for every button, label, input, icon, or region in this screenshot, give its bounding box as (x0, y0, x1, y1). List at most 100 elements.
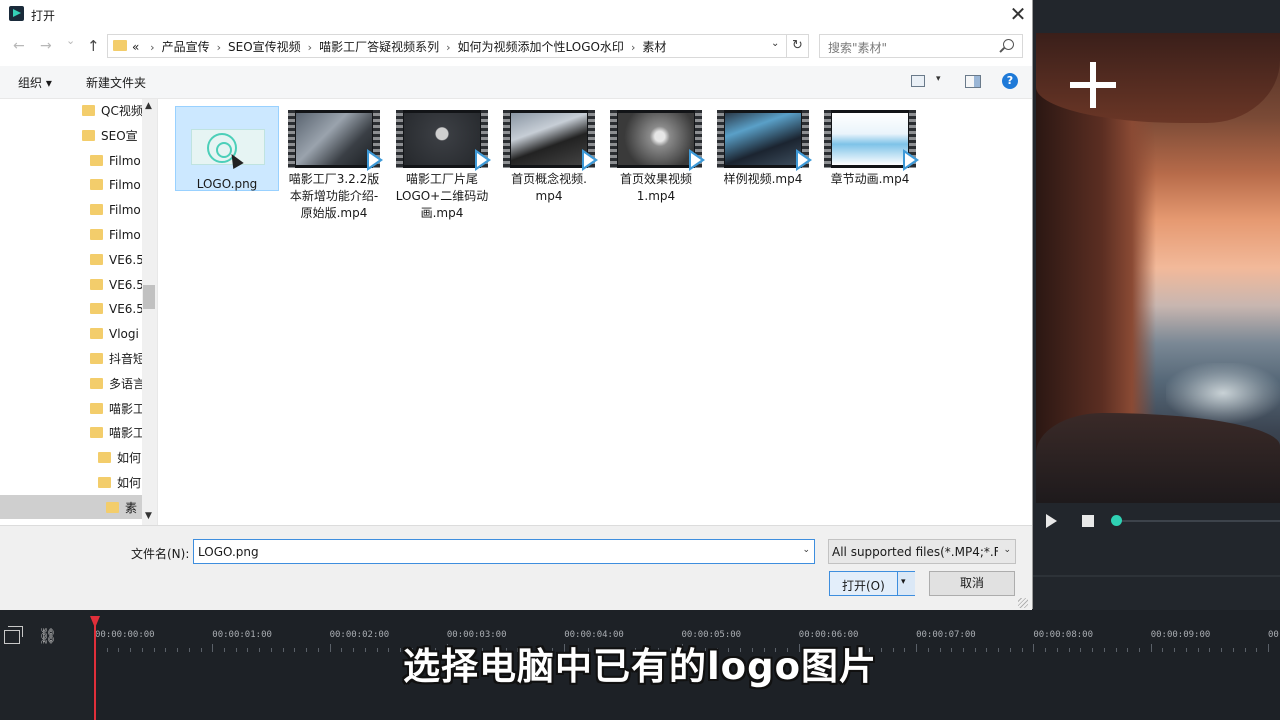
view-mode-icon[interactable] (911, 75, 925, 87)
breadcrumb-item[interactable]: SEO宣传视频 (228, 38, 301, 55)
tree-item-label: 素 (125, 500, 138, 515)
up-arrow-icon[interactable]: ↑ (87, 37, 100, 55)
nav-scrollbar[interactable]: ▲ ▼ (142, 99, 157, 525)
tree-item[interactable]: 抖音短 (90, 347, 145, 371)
chevron-down-icon[interactable]: ⌄ (1003, 545, 1011, 555)
forward-arrow-icon[interactable]: → (40, 38, 52, 54)
open-split-button[interactable]: ▾ (897, 572, 915, 595)
address-bar[interactable]: « › 产品宣传 › SEO宣传视频 › 喵影工厂答疑视频系列 › 如何为视频添加个性LOGO… (107, 34, 787, 58)
back-arrow-icon[interactable]: ← (13, 38, 25, 54)
plus-icon[interactable] (1070, 62, 1116, 108)
tree-item[interactable]: 如何 (98, 446, 141, 470)
file-name-line: 样例视频.mp4 (723, 172, 803, 186)
filename-label: 文件名(N): (131, 547, 190, 561)
file-name: 喵影工厂片尾 LOGO+二维码动 画.mp4 (390, 171, 494, 222)
breadcrumb-separator[interactable]: › (631, 41, 635, 54)
tree-item[interactable]: QC视频 (82, 99, 143, 123)
tree-item[interactable]: VE6.5 (90, 273, 144, 297)
file-type-select[interactable]: All supported files(*.MP4;*.FLV ⌄ (828, 539, 1016, 564)
film-strip-edge (396, 110, 403, 168)
preview-scrubber-track[interactable] (1122, 520, 1280, 522)
filename-field[interactable]: LOGO.png ⌄ (193, 539, 815, 564)
breadcrumb-item[interactable]: 喵影工厂答疑视频系列 (319, 38, 439, 55)
chevron-down-icon[interactable]: ▾ (936, 74, 941, 84)
search-input[interactable]: 搜索"素材" (819, 34, 1023, 58)
tree-item[interactable]: SEO宣 (82, 124, 138, 148)
folder-icon (106, 501, 119, 513)
organize-button[interactable]: 组织 ▾ (18, 74, 52, 91)
cancel-button[interactable]: 取消 (929, 571, 1015, 596)
folder-icon (90, 377, 103, 389)
file-list: LOGO.png 喵影工厂3.2.2版 本新增功能介绍- 原始版.mp4 喵影工厂片尾 L… (158, 99, 1032, 525)
open-button[interactable]: 打开(O) ▾ (829, 571, 915, 596)
breadcrumb-item[interactable]: 产品宣传 (162, 38, 210, 55)
file-item-image[interactable]: LOGO.png (175, 106, 279, 191)
dialog-toolbar: 组织 ▾ 新建文件夹 ▾ ? (0, 66, 1032, 99)
file-item-video[interactable]: 首页效果视频 1.mp4 (604, 106, 708, 205)
refresh-icon[interactable]: ↻ (787, 34, 809, 58)
file-item-video[interactable]: 样例视频.mp4 (711, 106, 815, 188)
preview-rock-bottom (1036, 413, 1280, 503)
folder-icon (90, 253, 103, 265)
chevron-down-icon[interactable]: ⌄ (802, 545, 810, 555)
dialog-footer: 文件名(N): LOGO.png ⌄ All supported files(*… (0, 525, 1032, 610)
file-name: 首页概念视频. mp4 (497, 171, 601, 205)
chevron-up-icon[interactable]: ▲ (145, 101, 152, 111)
file-item-video[interactable]: 喵影工厂片尾 LOGO+二维码动 画.mp4 (390, 106, 494, 222)
tree-item[interactable]: Filmo (90, 198, 141, 222)
resize-grip-icon[interactable] (1018, 598, 1028, 608)
folder-icon (90, 303, 103, 315)
chevron-down-icon[interactable]: ⌄ (771, 38, 779, 49)
tree-item[interactable]: 喵影工 (90, 397, 145, 421)
search-icon (1003, 39, 1014, 50)
file-name: 首页效果视频 1.mp4 (604, 171, 708, 205)
tree-item[interactable]: Filmo (90, 149, 141, 173)
folder-icon (90, 402, 103, 414)
tree-item[interactable]: Filmo (90, 173, 141, 197)
breadcrumb-item[interactable]: 素材 (642, 38, 666, 55)
play-icon (582, 149, 598, 171)
file-item-video[interactable]: 首页概念视频. mp4 (497, 106, 601, 205)
stop-icon[interactable] (1082, 515, 1094, 527)
breadcrumb-separator[interactable]: › (150, 41, 154, 54)
tree-item[interactable]: 如何 (98, 471, 141, 495)
file-name-line: 本新增功能介绍- (289, 189, 379, 203)
file-item-video[interactable]: 章节动画.mp4 (818, 106, 922, 188)
tree-item[interactable]: VE6.5 (90, 297, 144, 321)
tree-item[interactable]: 喵影工 (90, 421, 145, 445)
tree-item-label: Vlogi (109, 327, 139, 342)
tree-item[interactable]: Vlogi (90, 322, 139, 346)
file-name: 喵影工厂3.2.2版 本新增功能介绍- 原始版.mp4 (282, 171, 386, 222)
tree-item-label: Filmo (109, 153, 141, 168)
video-thumbnail (288, 110, 383, 171)
tree-item[interactable]: 多语言 (90, 372, 145, 396)
play-icon (903, 149, 919, 171)
breadcrumb-separator[interactable]: › (217, 41, 221, 54)
tree-item[interactable]: 素 (106, 496, 137, 520)
video-frame-preview (725, 113, 801, 165)
video-subtitle: 选择电脑中已有的logo图片 (402, 645, 877, 688)
file-name-line: 首页效果视频 (619, 172, 692, 186)
filename-value: LOGO.png (198, 545, 259, 559)
help-icon[interactable]: ? (1002, 73, 1018, 89)
video-thumbnail (503, 110, 598, 171)
film-strip-edge (503, 110, 510, 168)
file-item-video[interactable]: 喵影工厂3.2.2版 本新增功能介绍- 原始版.mp4 (282, 106, 386, 222)
preview-scrubber-handle[interactable] (1111, 515, 1122, 526)
scrollbar-thumb[interactable] (143, 285, 155, 309)
new-folder-button[interactable]: 新建文件夹 (86, 74, 146, 91)
video-thumbnail (717, 110, 812, 171)
video-frame-preview (404, 113, 480, 165)
play-icon[interactable] (1046, 514, 1057, 528)
dialog-titlebar[interactable]: 打开 ✕ (0, 0, 1032, 30)
tree-item[interactable]: VE6.5 (90, 248, 144, 272)
tree-item[interactable]: Filmo (90, 223, 141, 247)
preview-pane-icon[interactable] (965, 75, 981, 88)
breadcrumb-separator[interactable]: › (446, 41, 450, 54)
recent-locations-chevron-icon[interactable]: ⌄ (66, 34, 75, 47)
chevron-down-icon[interactable]: ▼ (145, 511, 152, 521)
breadcrumb-item[interactable]: 如何为视频添加个性LOGO水印 (457, 38, 623, 55)
close-icon[interactable]: ✕ (1004, 2, 1032, 26)
breadcrumb-separator[interactable]: › (308, 41, 312, 54)
breadcrumb-overflow[interactable]: « (132, 40, 139, 54)
